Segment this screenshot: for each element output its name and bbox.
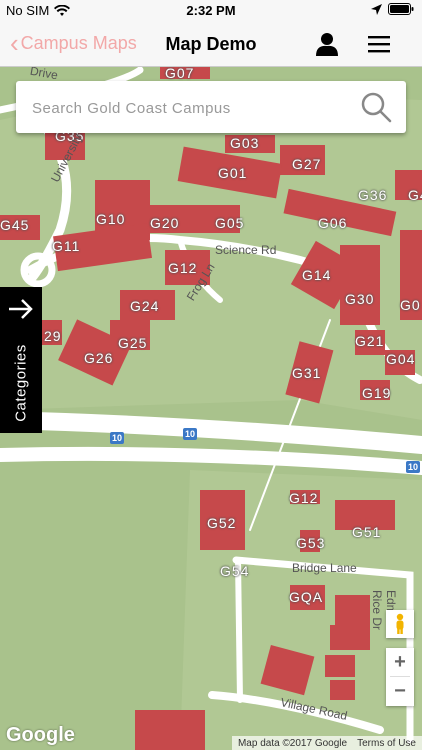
search-bar [16, 81, 406, 133]
zoom-out-button[interactable]: − [386, 677, 414, 705]
categories-tab[interactable]: Categories [0, 287, 42, 433]
map-data-label: Map data ©2017 Google [237, 737, 348, 749]
nav-bar: ‹ Campus Maps Map Demo [0, 22, 422, 67]
search-input[interactable] [30, 93, 354, 123]
route-shield: 10 [112, 433, 123, 443]
terms-link[interactable]: Terms of Use [357, 738, 416, 749]
menu-icon[interactable] [366, 31, 392, 57]
status-bar: No SIM 2:32 PM [0, 0, 422, 22]
battery-icon [388, 3, 414, 15]
route-shield: 10 [408, 462, 419, 472]
google-logo[interactable]: Google [6, 724, 75, 747]
status-time: 2:32 PM [186, 3, 236, 18]
categories-label: Categories [12, 344, 30, 422]
street-view-button[interactable] [386, 610, 414, 638]
pegman-icon [396, 613, 404, 634]
search-icon[interactable] [360, 91, 392, 123]
map-attribution: Map data ©2017 Google Terms of Use [231, 736, 422, 750]
route-shields: 10 10 10 [0, 67, 422, 750]
page-title: Map Demo [165, 34, 257, 54]
campus-map[interactable]: G07 G35 G03 G27 G01 G36 G4 G10 G20 G05 G… [0, 67, 422, 750]
arrow-right-icon [9, 299, 33, 319]
user-icon[interactable] [314, 31, 340, 57]
route-shield: 10 [185, 429, 196, 439]
location-arrow-icon [371, 3, 382, 15]
zoom-control: + − [386, 648, 414, 706]
zoom-in-button[interactable]: + [386, 648, 414, 676]
